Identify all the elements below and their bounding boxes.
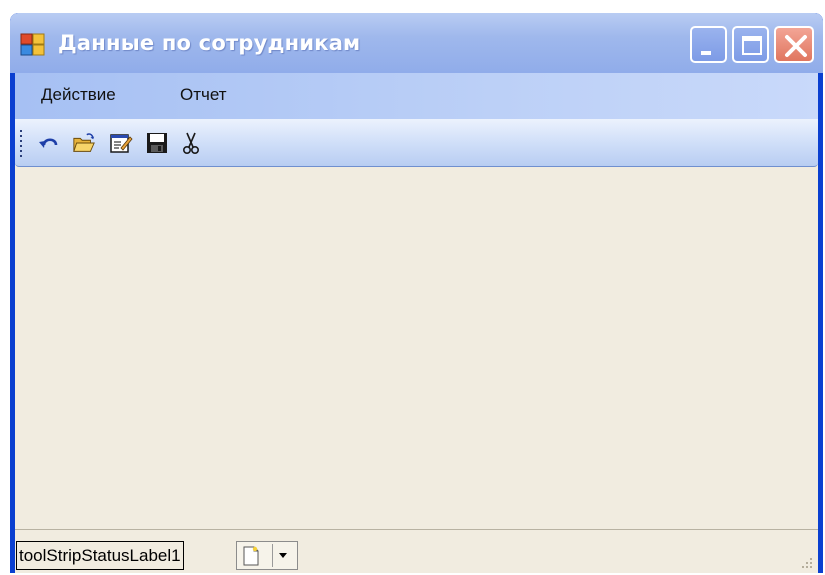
close-icon	[785, 35, 807, 57]
undo-icon[interactable]	[37, 131, 61, 155]
cut-scissors-icon[interactable]	[179, 131, 203, 155]
chevron-down-icon[interactable]	[277, 550, 289, 560]
new-document-icon	[243, 546, 259, 566]
title-bar[interactable]: Данные по сотрудникам	[10, 13, 823, 73]
resize-grip-icon[interactable]	[798, 554, 814, 570]
toolbar-grip-icon[interactable]	[19, 129, 23, 157]
menu-item-action[interactable]: Действие	[41, 85, 116, 105]
minimize-button[interactable]	[690, 26, 727, 63]
form-content-area	[15, 167, 818, 529]
app-form-icon	[20, 33, 45, 56]
status-strip: toolStripStatusLabel1	[15, 529, 818, 573]
tool-strip	[15, 119, 818, 167]
menu-bar: Действие Отчет	[15, 73, 818, 119]
app-window: Данные по сотрудникам Действие Отчет too…	[10, 13, 823, 573]
maximize-icon	[742, 36, 762, 55]
status-split-button[interactable]	[236, 541, 298, 570]
maximize-button[interactable]	[732, 26, 769, 63]
minimize-icon	[701, 51, 711, 55]
split-separator	[272, 544, 273, 567]
edit-document-icon[interactable]	[109, 131, 133, 155]
menu-item-report[interactable]: Отчет	[180, 85, 227, 105]
save-icon[interactable]	[145, 131, 169, 155]
window-title: Данные по сотрудникам	[58, 31, 361, 55]
client-area: Действие Отчет toolStripStatusLabel1	[15, 73, 818, 573]
open-folder-icon[interactable]	[72, 131, 96, 155]
close-button[interactable]	[774, 26, 814, 63]
status-label: toolStripStatusLabel1	[16, 541, 184, 570]
